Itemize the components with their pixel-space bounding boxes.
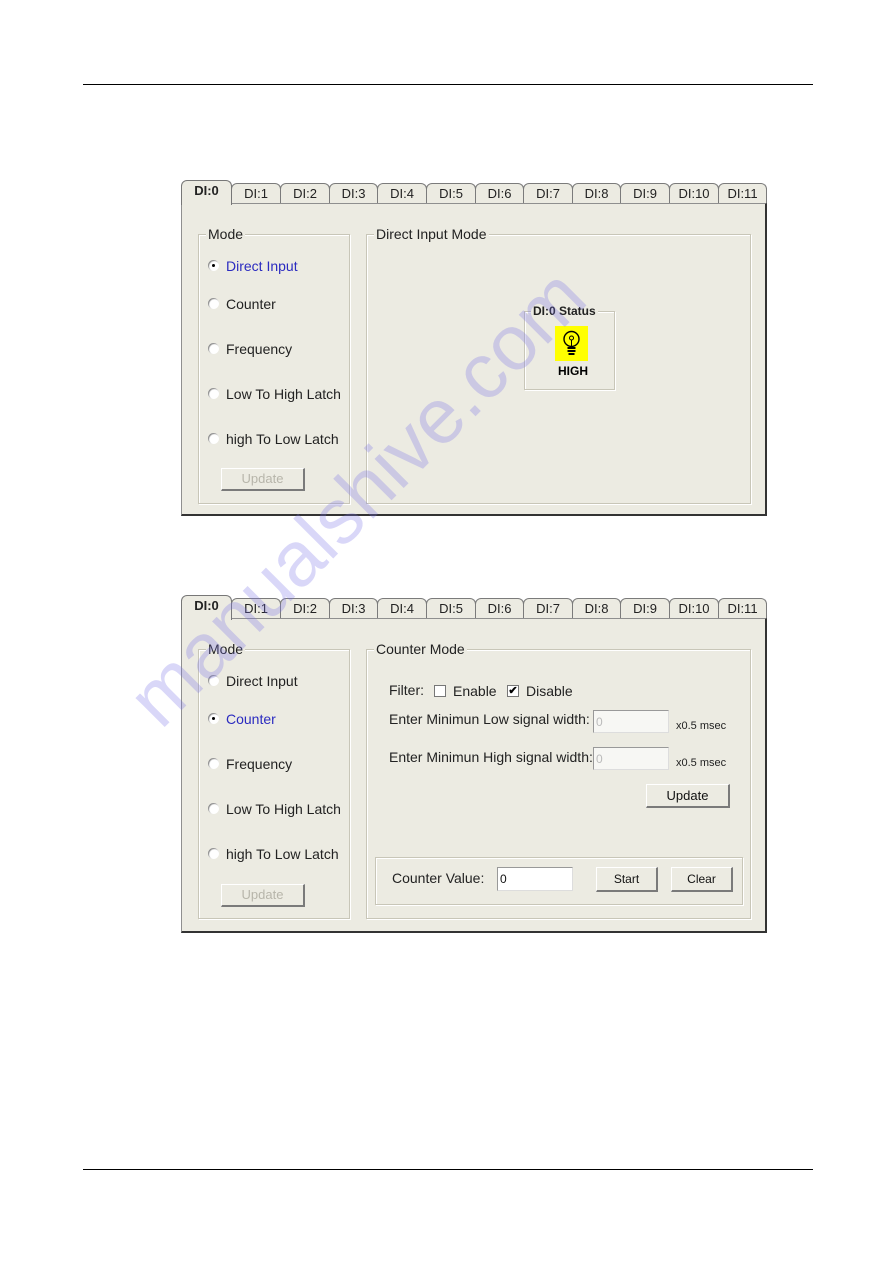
header-rule [83,84,813,85]
tab-di-11[interactable]: DI:11 [718,183,767,203]
mode-radio-label: high To Low Latch [226,846,339,862]
tab-di-8[interactable]: DI:8 [572,598,621,618]
radio-button-icon[interactable] [208,298,219,309]
disable-checkbox[interactable]: ✔ [507,685,519,697]
mode-legend: Mode [206,641,246,657]
tab-di-6[interactable]: DI:6 [475,598,524,618]
radio-button-icon[interactable] [208,388,219,399]
counter-mode-group: Counter Mode Filter: Enable ✔ Disable En… [366,641,751,919]
tab-di-2[interactable]: DI:2 [280,183,330,203]
tab-di-9[interactable]: DI:9 [620,183,670,203]
mode-update-button[interactable]: Update [221,884,305,907]
radio-button-icon[interactable] [208,433,219,444]
low-width-unit: x0.5 msec [676,720,727,732]
mode-group: Mode Direct Input Counter Frequency Low To … [198,641,350,919]
mode-legend: Mode [206,226,246,242]
radio-button-icon[interactable] [208,260,219,271]
lightbulb-icon [555,326,588,361]
filter-label: Filter: [389,682,424,698]
tab-strip: DI:0 DI:1 DI:2 DI:3 DI:4 DI:5 DI:6 DI:7 DI:8 DI:9… [181,180,767,205]
di-panel-counter: DI:0 DI:1 DI:2 DI:3 DI:4 DI:5 DI:6 DI:7 DI:8 DI:9… [181,595,767,934]
tab-di-4[interactable]: DI:4 [377,183,427,203]
mode-radio-label: Counter [226,711,276,727]
enable-checkbox[interactable] [434,685,446,697]
tab-di-6[interactable]: DI:6 [475,183,524,203]
tab-di-4[interactable]: DI:4 [377,598,427,618]
mode-group: Mode Direct Input Counter Frequency Low To … [198,226,350,504]
tab-di-0[interactable]: DI:0 [181,595,232,620]
mode-radio-label: Low To High Latch [226,386,341,402]
status-group: DI:0 Status HIGH [524,303,615,390]
mode-update-button[interactable]: Update [221,468,305,491]
disable-label: Disable [526,683,573,699]
low-width-label: Enter Minimun Low signal width: [389,711,590,727]
radio-button-icon[interactable] [208,848,219,859]
mode-radio-label: Low To High Latch [226,801,341,817]
footer-rule [83,1169,813,1170]
tab-di-8[interactable]: DI:8 [572,183,621,203]
tab-di-1[interactable]: DI:1 [231,183,281,203]
tab-di-7[interactable]: DI:7 [523,598,573,618]
counter-value-label: Counter Value: [392,870,485,886]
status-legend: DI:0 Status [531,303,598,319]
tab-di-3[interactable]: DI:3 [329,598,378,618]
mode-radio-label: Counter [226,296,276,312]
counter-value-input[interactable] [497,867,573,891]
clear-button[interactable]: Clear [671,867,733,892]
mode-radio-label: Direct Input [226,258,298,274]
radio-button-icon[interactable] [208,675,219,686]
mode-radio-label: high To Low Latch [226,431,339,447]
tab-di-0[interactable]: DI:0 [181,180,232,205]
tab-di-11[interactable]: DI:11 [718,598,767,618]
tab-strip: DI:0 DI:1 DI:2 DI:3 DI:4 DI:5 DI:6 DI:7 DI:8 DI:9… [181,595,767,620]
high-width-input[interactable] [593,747,669,770]
tab-di-5[interactable]: DI:5 [426,183,476,203]
radio-button-icon[interactable] [208,343,219,354]
tab-body: Mode Direct Input Counter Frequency Low To … [181,618,767,933]
start-button[interactable]: Start [596,867,658,892]
tab-body: Mode Direct Input Counter Frequency Low To … [181,203,767,516]
radio-button-icon[interactable] [208,758,219,769]
tab-di-5[interactable]: DI:5 [426,598,476,618]
counter-mode-legend: Counter Mode [374,641,467,657]
tab-di-10[interactable]: DI:10 [669,183,719,203]
mode-radio-label: Direct Input [226,673,298,689]
low-width-input[interactable] [593,710,669,733]
mode-radio-label: Frequency [226,756,293,772]
counter-value-group: Counter Value: Start Clear [375,857,743,905]
radio-button-icon[interactable] [208,803,219,814]
high-width-label: Enter Minimun High signal width: [389,749,593,765]
mode-radio-label: Frequency [226,341,293,357]
direct-input-mode-legend: Direct Input Mode [374,226,489,242]
tab-di-9[interactable]: DI:9 [620,598,670,618]
tab-di-7[interactable]: DI:7 [523,183,573,203]
counter-update-button[interactable]: Update [646,784,730,808]
di-panel-direct-input: DI:0 DI:1 DI:2 DI:3 DI:4 DI:5 DI:6 DI:7 DI:8 DI:9… [181,180,767,517]
enable-label: Enable [453,683,497,699]
direct-input-mode-group: Direct Input Mode DI:0 Status HIGH [366,226,751,504]
tab-di-10[interactable]: DI:10 [669,598,719,618]
high-width-unit: x0.5 msec [676,757,727,769]
status-value: HIGH [558,364,588,378]
tab-di-2[interactable]: DI:2 [280,598,330,618]
tab-di-1[interactable]: DI:1 [231,598,281,618]
radio-button-icon[interactable] [208,713,219,724]
tab-di-3[interactable]: DI:3 [329,183,378,203]
